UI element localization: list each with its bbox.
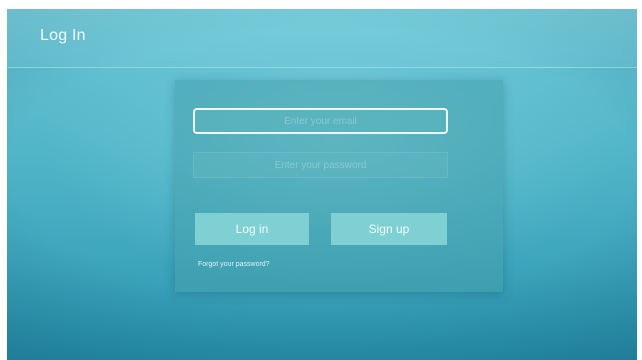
tv-screen: Log In Enter your email Enter your passw… bbox=[7, 9, 637, 360]
password-field[interactable]: Enter your password bbox=[193, 152, 448, 178]
signup-button[interactable]: Sign up bbox=[331, 213, 447, 245]
email-field[interactable]: Enter your email bbox=[193, 108, 448, 134]
signup-button-label: Sign up bbox=[368, 222, 410, 236]
login-button[interactable]: Log in bbox=[195, 213, 309, 245]
header-bar: Log In bbox=[7, 9, 637, 68]
password-placeholder: Enter your password bbox=[274, 159, 367, 171]
page-title: Log In bbox=[40, 27, 86, 44]
login-button-label: Log in bbox=[235, 222, 269, 236]
email-placeholder: Enter your email bbox=[284, 115, 357, 127]
login-panel: Enter your email Enter your password Log… bbox=[175, 80, 503, 292]
forgot-password-link[interactable]: Forgot your password? bbox=[198, 261, 270, 268]
